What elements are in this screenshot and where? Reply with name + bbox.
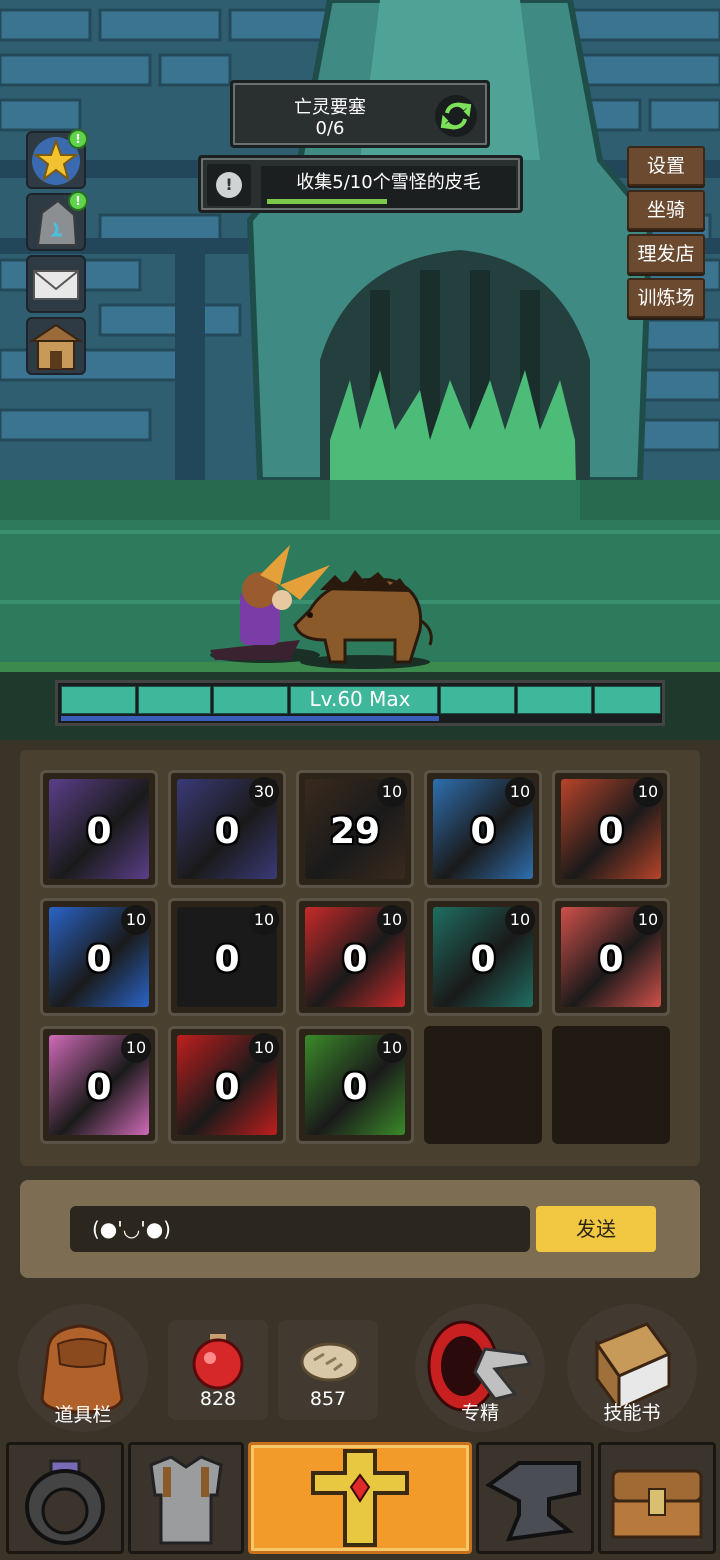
stack-count: 10 [633, 905, 663, 935]
stack-count: 30 [249, 777, 279, 807]
mastery-label: 专精 [460, 1402, 499, 1424]
rune-stone-icon[interactable]: ! [26, 191, 88, 251]
potion-count: 828 [199, 1388, 237, 1410]
chest-armor-icon [149, 1455, 223, 1545]
skill-level: 0 [214, 811, 240, 852]
skill-level: 0 [470, 939, 496, 980]
skill-slot[interactable]: 10 0 [424, 770, 542, 888]
stack-count: 10 [249, 905, 279, 935]
bread-icon [300, 1342, 360, 1382]
red-potion-icon [192, 1334, 244, 1390]
stack-count: 10 [505, 905, 535, 935]
stack-count: 10 [121, 905, 151, 935]
zone-progress-panel[interactable]: 亡灵要塞 0/6 [230, 80, 490, 148]
bread-count: 857 [309, 1388, 347, 1410]
skill-slot[interactable]: 10 0 [424, 898, 542, 1016]
task-progress-bar [267, 199, 387, 204]
notification-badge: ! [68, 191, 88, 211]
skill-level: 0 [470, 811, 496, 852]
battle-scene: 亡灵要塞 0/6 ! 收集5/10个雪怪的皮毛 ! ! 设置 坐骑 理发店 训炼… [0, 0, 720, 740]
treasure-chest-icon [611, 1469, 703, 1539]
skill-level: 0 [342, 939, 368, 980]
star-achievement-icon[interactable]: ! [26, 129, 88, 189]
skill-slot[interactable]: 10 0 [40, 898, 158, 1016]
skill-slot[interactable]: 10 0 [40, 1026, 158, 1144]
skill-slot[interactable]: 10 29 [296, 770, 414, 888]
skill-inventory-panel: 0 30 0 10 29 10 0 10 0 10 0 10 0 10 0 10 0 10 0 10 0 10 0 10 0 [20, 750, 700, 1166]
stack-count: 10 [377, 905, 407, 935]
skill-level: 0 [86, 939, 112, 980]
skill-level: 29 [329, 811, 381, 852]
skill-level: 0 [342, 1067, 368, 1108]
skill-slot[interactable]: 10 0 [168, 1026, 286, 1144]
stack-count: 10 [633, 777, 663, 807]
level-label: Lv.60 Max [309, 687, 411, 711]
alert-icon: ! [207, 164, 251, 206]
stack-count: 10 [505, 777, 535, 807]
skill-slot[interactable]: 30 0 [168, 770, 286, 888]
tab-holy-cross[interactable] [248, 1442, 472, 1554]
skill-level: 0 [598, 811, 624, 852]
stack-count: 10 [249, 1033, 279, 1063]
tab-ring[interactable] [6, 1442, 124, 1554]
skill-level: 0 [598, 939, 624, 980]
anvil-icon [485, 1461, 581, 1542]
stack-count: 10 [377, 777, 407, 807]
skill-level: 0 [86, 1067, 112, 1108]
holy-cross-icon [311, 1449, 409, 1547]
mail-envelope-icon[interactable] [26, 255, 86, 313]
tab-treasure-chest[interactable] [598, 1442, 716, 1554]
inventory-bag-button[interactable]: 道具栏 [18, 1304, 148, 1432]
skill-level: 0 [214, 939, 240, 980]
mount-button[interactable]: 坐骑 [627, 190, 705, 230]
shop-hut-icon[interactable] [26, 317, 86, 375]
stack-count: 10 [121, 1033, 151, 1063]
stack-count: 10 [377, 1033, 407, 1063]
chat-panel: (●'◡'●) 发送 [20, 1180, 700, 1278]
empty-slot[interactable] [552, 1026, 670, 1144]
skill-slot[interactable]: 10 0 [552, 770, 670, 888]
skill-slot[interactable]: 0 [40, 770, 158, 888]
potion-slot[interactable]: 828 [168, 1320, 268, 1420]
skillbook-button[interactable]: 技能书 [567, 1304, 697, 1432]
bag-label: 道具栏 [54, 1404, 112, 1426]
refresh-icon[interactable] [435, 95, 477, 137]
barber-button[interactable]: 理发店 [627, 234, 705, 274]
skill-slot[interactable]: 10 0 [296, 898, 414, 1016]
tab-anvil[interactable] [476, 1442, 594, 1554]
skill-slot[interactable]: 10 0 [168, 898, 286, 1016]
skill-slot[interactable]: 10 0 [296, 1026, 414, 1144]
empty-slot[interactable] [424, 1026, 542, 1144]
zone-progress: 0/6 [315, 118, 345, 139]
tab-armor[interactable] [128, 1442, 244, 1554]
ring-icon [25, 1459, 105, 1545]
game-screen: { "zone": {"name": "亡灵要塞", "progress": "… [0, 0, 720, 1560]
level-progress-bar: Lv.60 Max [55, 680, 665, 726]
send-button[interactable]: 发送 [536, 1206, 656, 1252]
training-ground-button[interactable]: 训炼场 [627, 278, 705, 318]
skill-level: 0 [86, 811, 112, 852]
skill-level: 0 [214, 1067, 240, 1108]
zone-name: 亡灵要塞 [294, 97, 366, 118]
bread-slot[interactable]: 857 [278, 1320, 378, 1420]
mastery-button[interactable]: 专精 [415, 1304, 545, 1432]
notification-badge: ! [68, 129, 88, 149]
chat-input[interactable]: (●'◡'●) [70, 1206, 530, 1252]
skillbook-label: 技能书 [603, 1402, 661, 1424]
task-panel[interactable]: ! 收集5/10个雪怪的皮毛 [198, 155, 523, 213]
settings-button[interactable]: 设置 [627, 146, 705, 186]
skill-slot[interactable]: 10 0 [552, 898, 670, 1016]
